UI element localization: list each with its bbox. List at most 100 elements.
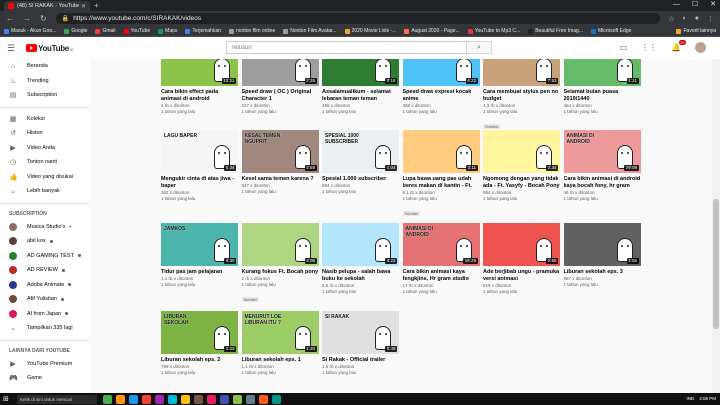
sidebar-item[interactable]: ▤ Subscription (0, 88, 90, 103)
apps-grid-icon[interactable]: ⋮⋮ (641, 43, 657, 52)
taskbar-app-icon[interactable] (181, 394, 190, 404)
video-thumbnail[interactable]: LIBURAN SEKOLAH 1:23 (161, 311, 238, 354)
maximize-icon[interactable]: ☐ (692, 0, 698, 10)
bookmark-item[interactable]: Microsoft Edge (591, 28, 631, 34)
bookmark-item[interactable]: Terjemahkan (185, 28, 221, 34)
taskbar-app-icon[interactable] (194, 394, 203, 404)
taskbar-app-icon[interactable] (272, 394, 281, 404)
taskbar-app-icon[interactable] (207, 394, 216, 404)
forward-icon[interactable]: → (23, 14, 31, 24)
video-card[interactable]: 7:53 Cara membuat stylus pen no budget 4,3… (483, 59, 560, 133)
video-thumbnail[interactable]: MENURUT LOE LIBURAN ITU ? 1:20 (241, 311, 319, 354)
video-thumbnail[interactable]: 2:26 (241, 59, 319, 86)
language-indicator[interactable]: IND (686, 393, 694, 405)
scrollbar-thumb[interactable] (713, 199, 719, 329)
notifications-bell-icon[interactable]: 🔔 9+ (671, 40, 686, 52)
video-title[interactable]: Nasib pelupa - salah bawa buku ke sekola… (322, 269, 399, 283)
subscription-item[interactable]: AD REVIEW (0, 263, 90, 278)
subscription-item[interactable]: Adobe Animate (0, 278, 90, 293)
video-thumbnail[interactable]: 4:06 (241, 223, 319, 266)
video-title[interactable]: Liburan sekolah eps. 2 (161, 357, 238, 364)
taskbar-app-icon[interactable] (233, 394, 242, 404)
video-title[interactable]: Tidur pas jam pelajaran (161, 269, 238, 276)
video-card[interactable]: SI RAKAK 0:49 Si Rakak - Official trailer 1… (322, 311, 399, 376)
video-card[interactable]: KESAL TEMEN NGUPRIT 2:58 Kesel sama temen … (241, 130, 319, 195)
minimize-icon[interactable]: — (673, 0, 680, 10)
subscription-item[interactable]: Afif Yulistian (0, 292, 90, 307)
video-title[interactable]: Ade berjibab ungu - pramuka versi animas… (483, 269, 560, 283)
video-card[interactable]: LAGU BAPER 5:34 Mengukir cinta di atas jiw… (161, 130, 238, 202)
video-thumbnail[interactable]: LAGU BAPER 5:34 (161, 130, 238, 173)
extension-icon[interactable]: ◐ (683, 15, 687, 23)
video-thumbnail[interactable]: 7:53 (483, 59, 560, 86)
video-title[interactable]: Cara bikin animasi di android kaya bocah… (564, 176, 641, 190)
video-card[interactable]: MENURUT LOE LIBURAN ITU ? 1:20 Liburan sek… (241, 311, 319, 376)
profile-icon[interactable]: ● (695, 15, 699, 23)
video-card[interactable]: 2:26 Speed draw ( OC ) Original Character… (241, 59, 319, 115)
video-card[interactable]: 2:58 Ade berjibab ungu - pramuka versi an… (483, 223, 560, 295)
bookmark-item[interactable]: Nonton Film Avatar... (283, 28, 337, 34)
video-title[interactable]: Si Rakak - Official trailer (322, 357, 399, 364)
taskbar-app-icon[interactable] (129, 394, 138, 404)
video-thumbnail[interactable]: SI RAKAK 0:49 (322, 311, 399, 354)
bookmark-item[interactable]: Beautiful Free Imag... (528, 28, 583, 34)
video-card[interactable]: 4:22 Nasib pelupa - salah bawa buku ke se… (322, 223, 399, 295)
bookmark-item[interactable]: Maps (158, 28, 177, 34)
video-thumbnail[interactable]: 2:34 (483, 130, 560, 173)
subscription-item[interactable]: ⌄ Tampilkan 335 lagi (0, 321, 90, 336)
video-card[interactable]: SPESIAL 1000 SUBSCRIBER 1:04 Spesial 1.000… (322, 130, 399, 195)
bookmark-item[interactable]: nonton film online (229, 28, 275, 34)
sidebar-item[interactable]: ♨ Trending (0, 74, 90, 89)
video-title[interactable]: Cara bikin animasi kaya fengkjins, Hr gr… (403, 269, 480, 283)
close-tab-icon[interactable]: ✕ (81, 3, 86, 10)
video-thumbnail[interactable]: 12:21 (161, 59, 238, 86)
new-tab-button[interactable]: + (94, 1, 99, 10)
account-avatar[interactable] (695, 42, 706, 53)
subscription-item[interactable]: abil kos (0, 234, 90, 249)
sidebar-item[interactable]: ⌂ Beranda (0, 59, 90, 74)
taskbar-app-icon[interactable] (155, 394, 164, 404)
video-thumbnail[interactable]: 2:58 (483, 223, 560, 266)
video-card[interactable]: 0:18 Assalamualikum - selamat lebaran tem… (322, 59, 399, 115)
browser-tab[interactable]: (48) SI RAKAK - YouTube ✕ (4, 1, 90, 11)
video-card[interactable]: 1:56 Liburan sekolah eps. 3 987 x ditonton… (563, 223, 641, 288)
hamburger-menu-icon[interactable]: ☰ (0, 43, 22, 54)
bookmark-item[interactable]: YouTube to Mp3 C... (467, 28, 520, 34)
subscription-item[interactable]: Musica Studio's ▪ (0, 220, 90, 235)
video-thumbnail[interactable]: 0:18 (322, 59, 399, 86)
taskbar-app-icon[interactable] (142, 394, 151, 404)
create-video-icon[interactable]: ▭ (619, 43, 627, 52)
bookmark-item[interactable]: YouTube (123, 28, 150, 34)
video-card[interactable]: LIBURAN SEKOLAH 1:23 Liburan sekolah eps. … (161, 311, 238, 376)
video-card[interactable]: 4:22 Speed draw expresi kocak anime 368 x … (402, 59, 480, 115)
taskbar-app-icon[interactable] (220, 394, 229, 404)
video-title[interactable]: Liburan sekolah eps. 3 (564, 269, 641, 276)
video-card[interactable]: ANIMASI DI ANDROID 16:29 Cara bikin animas… (402, 223, 480, 295)
taskbar-app-icon[interactable] (116, 394, 125, 404)
menu-dots-icon[interactable]: ⋮ (707, 15, 714, 23)
video-thumbnail[interactable]: 1:56 (563, 223, 641, 266)
video-card[interactable]: 3:11 Lupa bawa uang pas udah beres makan … (402, 130, 480, 220)
video-title[interactable]: Selamat bulan puasa 2019/1440 (564, 89, 641, 103)
video-title[interactable]: Lupa bawa uang pas udah beres makan di k… (403, 176, 480, 190)
video-title[interactable]: Liburan sekolah eps. 1 (242, 357, 319, 364)
sidebar-item[interactable]: ▦ Koleksi (0, 112, 90, 127)
video-title[interactable]: Spesial 1.000 subscriber (322, 176, 399, 183)
bookmark-item[interactable]: 2020 Movie Lists -... (344, 28, 396, 34)
video-title[interactable]: Kurang fokus Ft. Bocah pony (242, 269, 319, 276)
other-bookmarks[interactable]: Favorit lainnya (676, 28, 716, 34)
video-title[interactable]: Speed draw expresi kocak anime (403, 89, 480, 103)
video-thumbnail[interactable]: JAMKOS 4:30 (161, 223, 238, 266)
video-card[interactable]: 1:21 Selamat bulan puasa 2019/1440 464 x d… (563, 59, 641, 115)
search-input[interactable] (226, 41, 466, 54)
taskbar-search[interactable]: Ketik di sini untuk mencari (17, 394, 97, 404)
video-card[interactable]: 2:34 Ngomong dengan yang tidak ada - Ft. … (483, 130, 560, 202)
subscription-item[interactable]: AI from Japan (0, 307, 90, 322)
video-card[interactable]: 12:21 Cara bikin effect pada animasi di a… (161, 59, 238, 115)
video-card[interactable]: 4:06 Kurang fokus Ft. Bocah pony 2 rb x di… (241, 223, 319, 306)
sidebar-item[interactable]: ↺ Histori (0, 126, 90, 141)
star-icon[interactable]: ☆ (668, 15, 674, 23)
sidebar-item[interactable]: 🎮 Game (0, 371, 90, 386)
video-thumbnail[interactable]: 4:22 (402, 59, 480, 86)
sidebar-item[interactable]: ▶ YouTube Premium (0, 357, 90, 372)
